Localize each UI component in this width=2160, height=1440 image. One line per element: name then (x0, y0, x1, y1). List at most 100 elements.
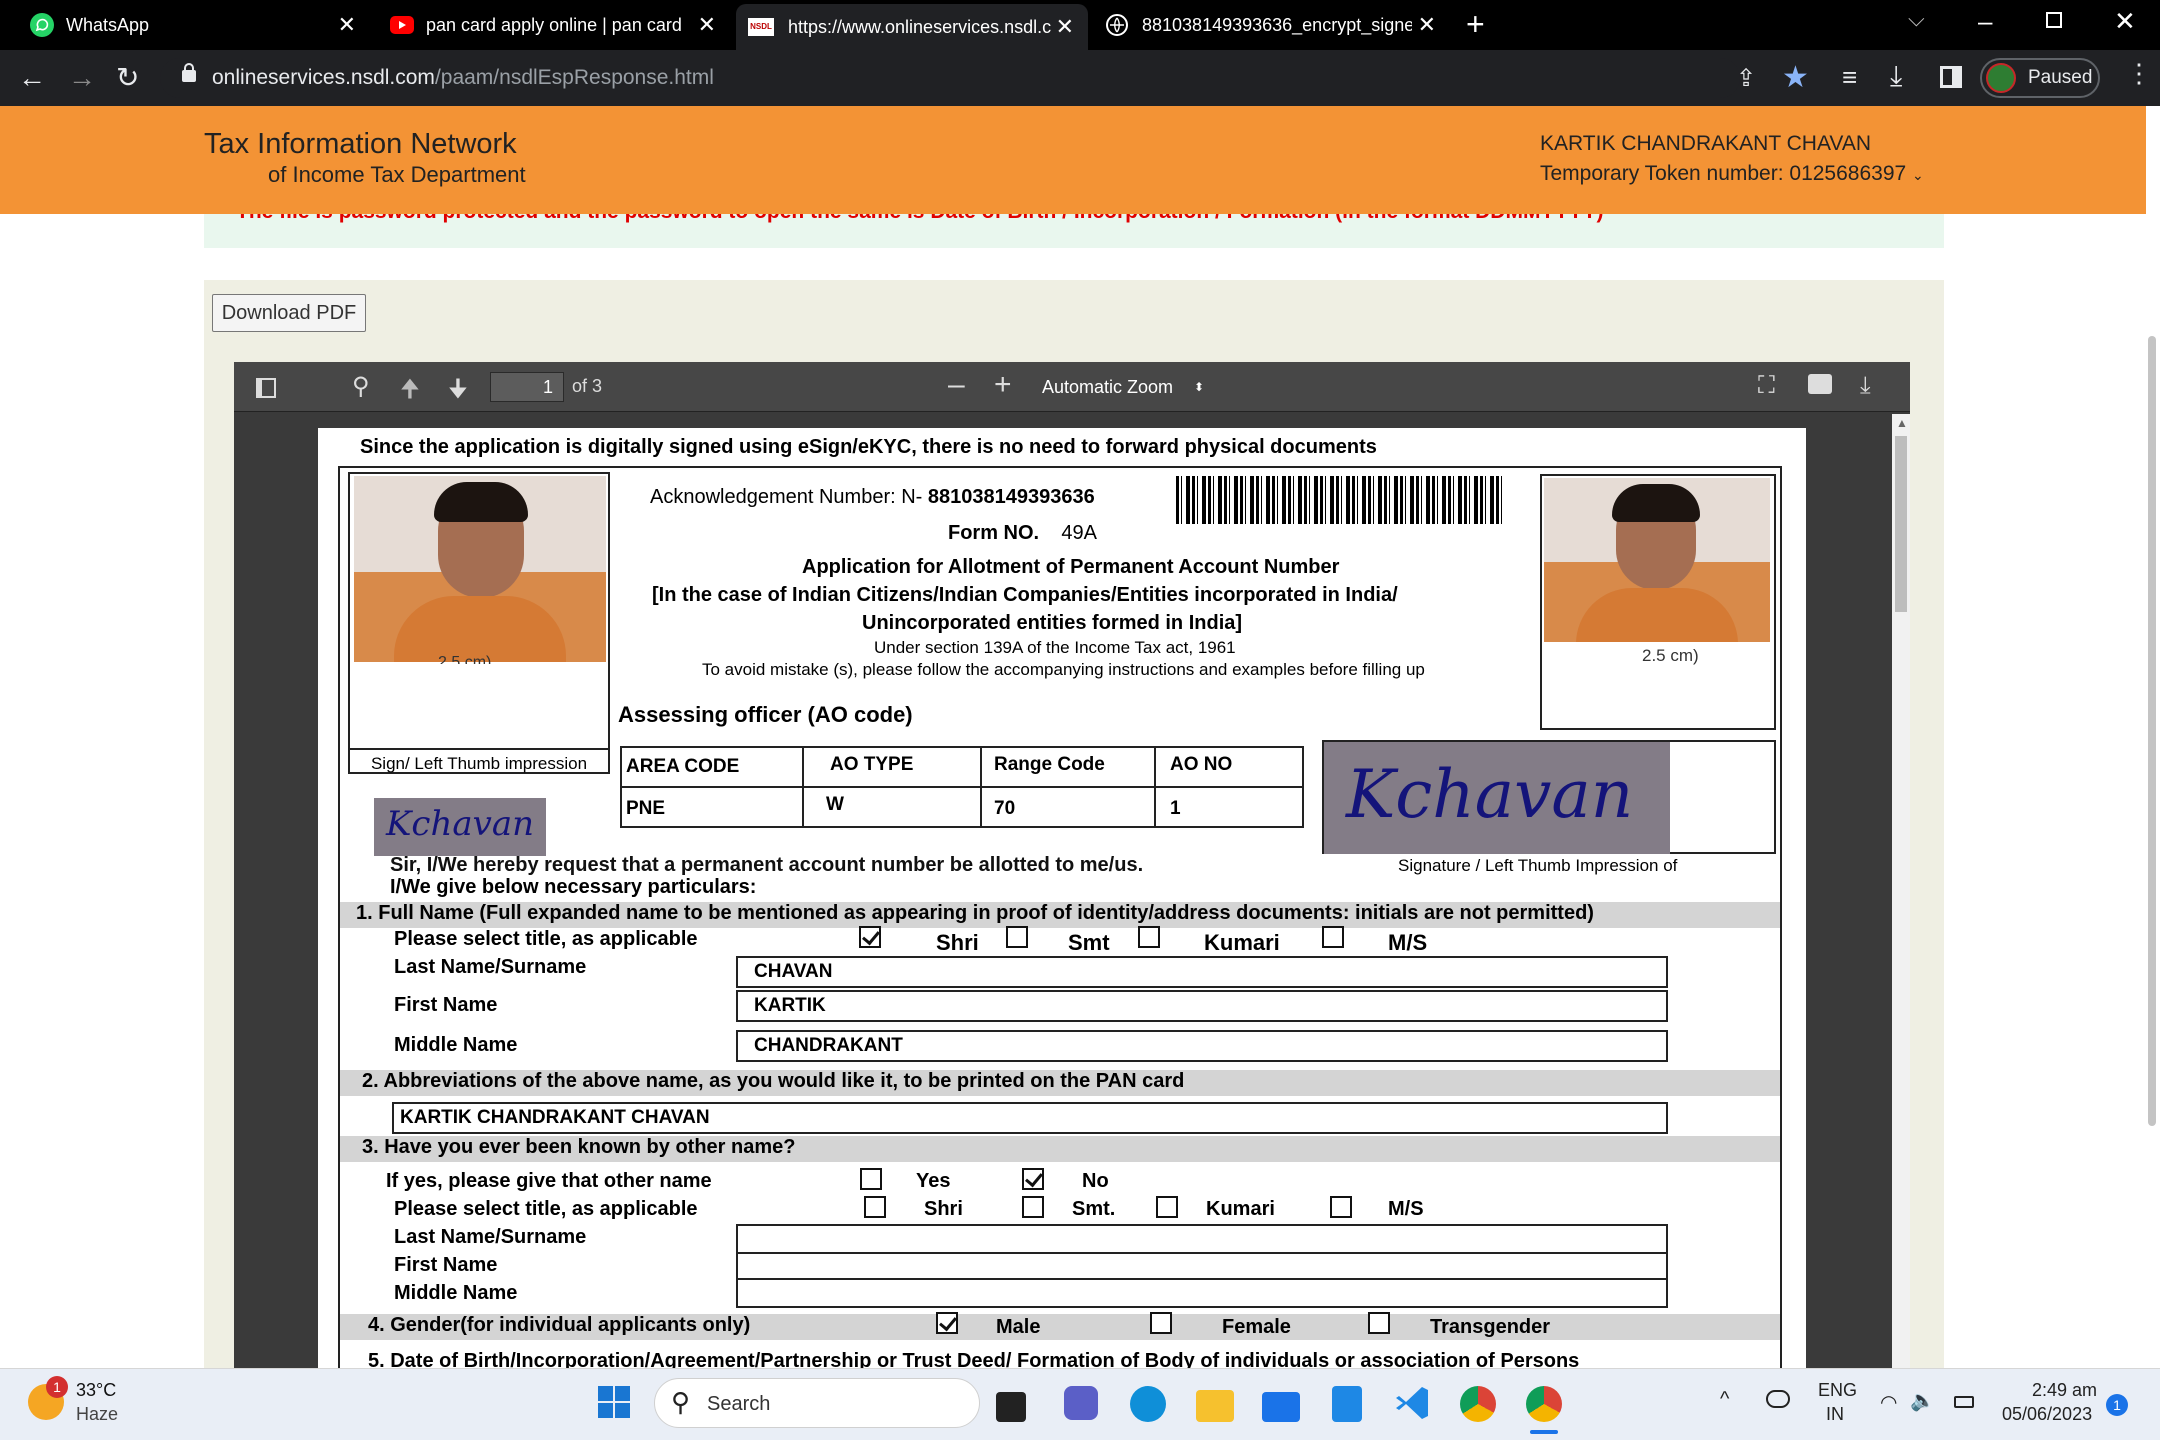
title-ms-checkbox[interactable] (1322, 926, 1344, 948)
close-window-icon[interactable]: ✕ (2114, 6, 2136, 37)
pdf-scrollbar[interactable]: ▲ (1892, 414, 1910, 1382)
notice-text: The file is password protected and the p… (236, 214, 1603, 224)
chrome-icon[interactable] (1460, 1386, 1496, 1422)
last-name-field[interactable]: CHAVAN (736, 956, 1668, 988)
bookmark-star-icon[interactable]: ★ (1782, 60, 1809, 95)
pdf-page: Since the application is digitally signe… (318, 428, 1806, 1380)
url-bar[interactable]: onlineservices.nsdl.com/paam/nsdlEspResp… (160, 58, 1740, 98)
gender-female-checkbox[interactable] (1150, 1312, 1172, 1334)
taskbar-search[interactable]: ⚲ Search (654, 1378, 980, 1428)
url-path: /paam/nsdlEspResponse.html (434, 66, 714, 89)
title2-kumari-label: Kumari (1206, 1198, 1275, 1220)
notification-badge[interactable]: 1 (2106, 1394, 2128, 1416)
zoom-select[interactable]: Automatic Zoom ⬍ (1034, 372, 1214, 402)
download-icon[interactable]: ⤓ (1890, 60, 1902, 93)
pdf-scrollbar-thumb[interactable] (1895, 436, 1907, 612)
clock-time[interactable]: 2:49 am (2032, 1380, 2097, 1401)
tab-whatsapp[interactable]: WhatsApp ✕ (0, 0, 370, 50)
notepad-icon[interactable] (1332, 1386, 1362, 1422)
reload-icon[interactable]: ↻ (116, 50, 139, 106)
title2-kumari-checkbox[interactable] (1156, 1196, 1178, 1218)
other-name-no-checkbox[interactable] (1022, 1168, 1044, 1190)
back-icon[interactable]: ← (18, 50, 46, 106)
profile-paused-button[interactable]: Paused (1980, 58, 2100, 98)
page-scrollbar-thumb[interactable] (2148, 336, 2156, 1126)
close-tab-icon[interactable]: ✕ (338, 14, 356, 36)
token-dropdown[interactable]: Temporary Token number: 0125686397 ⌄ (1540, 162, 1924, 186)
lang-secondary[interactable]: IN (1826, 1404, 1844, 1425)
gender-male-checkbox[interactable] (936, 1312, 958, 1334)
task-view-icon[interactable] (996, 1392, 1026, 1422)
vscode-icon[interactable] (1394, 1384, 1432, 1422)
title2-smt-checkbox[interactable] (1022, 1196, 1044, 1218)
title2-ms-label: M/S (1388, 1198, 1424, 1220)
cloud-icon[interactable] (1766, 1390, 1790, 1408)
find-icon[interactable]: ⚲ (352, 372, 370, 401)
presentation-mode-icon[interactable]: ⛶ (1758, 372, 1775, 400)
close-tab-icon[interactable]: ✕ (698, 14, 716, 36)
edge-icon[interactable] (1130, 1386, 1166, 1422)
title-kumari-checkbox[interactable] (1138, 926, 1160, 948)
title-shri-checkbox[interactable] (859, 926, 881, 948)
first-name-label: First Name (394, 994, 498, 1016)
tab-search-chevron-icon[interactable]: ⌵ (1908, 6, 1925, 32)
ao-area-value: PNE (626, 798, 666, 819)
ao-header-type: AO TYPE (830, 754, 914, 775)
share-icon[interactable]: ⇪ (1736, 64, 1756, 93)
tab-title: pan card apply online | pan card (426, 14, 682, 35)
lang-primary[interactable]: ENG (1818, 1380, 1857, 1401)
page-number-input[interactable]: 1 (490, 372, 564, 402)
title-smt-checkbox[interactable] (1006, 926, 1028, 948)
title2-shri-checkbox[interactable] (864, 1196, 886, 1218)
mail-icon[interactable] (1262, 1392, 1300, 1422)
download-pdf-button[interactable]: Download PDF (212, 294, 366, 332)
avatar (1986, 63, 2016, 93)
restore-icon[interactable] (2046, 12, 2062, 28)
sign-right-label: Signature / Left Thumb Impression of (1398, 856, 1678, 875)
active-app-indicator (1530, 1430, 1558, 1434)
next-page-icon[interactable]: 🠋 (448, 372, 468, 413)
sidebar-toggle-icon[interactable] (256, 378, 276, 398)
zoom-out-icon[interactable]: – (948, 368, 965, 402)
previous-page-icon[interactable]: 🠉 (400, 372, 420, 413)
tab-youtube[interactable]: pan card apply online | pan card ✕ (370, 0, 730, 50)
show-hidden-icons-chevron[interactable]: ^ (1720, 1388, 1729, 1411)
print-icon[interactable] (1808, 374, 1832, 394)
battery-icon[interactable] (1954, 1396, 1974, 1408)
reading-list-icon[interactable]: ≡ (1842, 62, 1857, 93)
barcode (1176, 476, 1506, 524)
teams-chat-icon[interactable] (1064, 1386, 1098, 1420)
token-label: Temporary Token number: 0125686397 (1540, 162, 1907, 185)
signature-left: Kchavan (374, 798, 546, 856)
volume-icon[interactable]: 🔈 (1910, 1388, 1935, 1413)
form-no-line: Form NO. 49A (948, 522, 1097, 545)
title2-ms-checkbox[interactable] (1330, 1196, 1352, 1218)
file-explorer-icon[interactable] (1196, 1390, 1234, 1422)
middle-name-label: Middle Name (394, 1034, 518, 1056)
forward-icon[interactable]: → (68, 50, 96, 106)
close-tab-icon[interactable]: ✕ (1418, 14, 1436, 36)
minimize-icon[interactable]: – (1978, 6, 1992, 37)
close-tab-icon[interactable]: ✕ (1056, 16, 1074, 38)
tab-nsdl-active[interactable]: NSDL https://www.onlineservices.nsdl.c ✕ (736, 4, 1088, 50)
menu-kebab-icon[interactable]: ⋮ (2126, 58, 2152, 88)
scroll-up-icon[interactable]: ▲ (1896, 416, 1908, 430)
zoom-in-icon[interactable]: + (994, 368, 1012, 402)
other-name-fields[interactable] (736, 1224, 1668, 1308)
first-name-field[interactable]: KARTIK (736, 990, 1668, 1022)
wifi-icon[interactable]: ◠ (1880, 1390, 1897, 1415)
save-icon[interactable]: ⤓ (1860, 372, 1871, 400)
chevron-down-icon: ⌄ (1912, 167, 1924, 183)
chrome-profile-icon[interactable] (1526, 1386, 1562, 1422)
other-name-label: If yes, please give that other name (386, 1170, 712, 1192)
middle-name-field[interactable]: CHANDRAKANT (736, 1030, 1668, 1062)
side-panel-icon[interactable] (1940, 66, 1962, 88)
tab-pdf-file[interactable]: 881038149393636_encrypt_signe ✕ (1090, 0, 1450, 50)
gender-transgender-checkbox[interactable] (1368, 1312, 1390, 1334)
start-windows-icon[interactable] (594, 1382, 634, 1422)
abbreviation-field[interactable]: KARTIK CHANDRAKANT CHAVAN (392, 1102, 1668, 1134)
esign-banner: Since the application is digitally signe… (360, 436, 1377, 458)
other-name-yes-checkbox[interactable] (860, 1168, 882, 1190)
new-tab-plus-icon[interactable]: + (1466, 4, 1485, 44)
clock-date[interactable]: 05/06/2023 (2002, 1404, 2092, 1425)
